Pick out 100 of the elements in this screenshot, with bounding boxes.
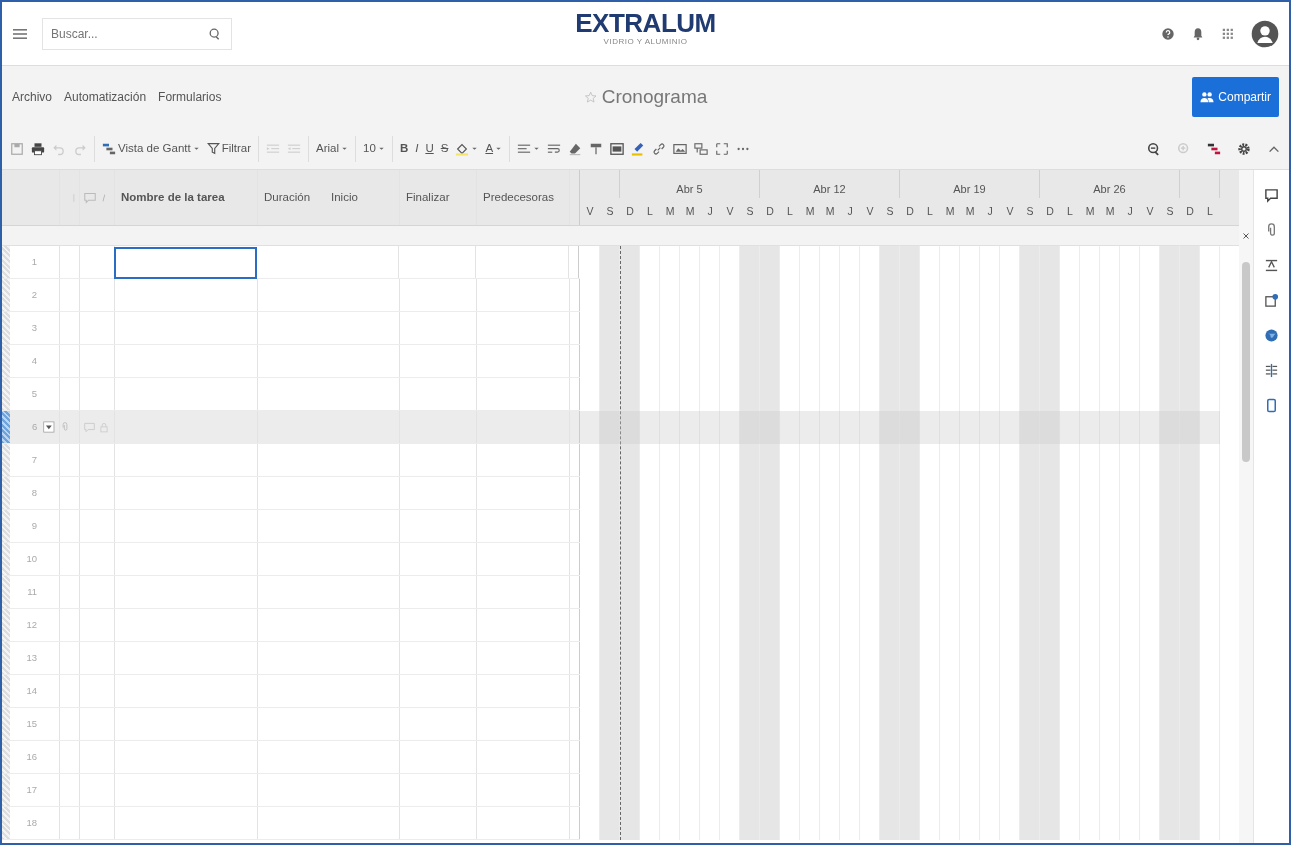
menu-item[interactable]: Archivo xyxy=(12,88,52,106)
table-row[interactable]: 18 xyxy=(2,807,580,840)
image-icon[interactable] xyxy=(673,141,688,156)
row-handle[interactable] xyxy=(2,378,10,410)
format-painter-icon[interactable] xyxy=(589,141,604,156)
share-button[interactable]: Compartir xyxy=(1192,77,1279,117)
zoom-out-icon[interactable] xyxy=(1147,141,1161,156)
table-row[interactable]: 4 xyxy=(2,345,580,378)
search-field[interactable]: Buscar... xyxy=(42,17,232,50)
funnel-icon xyxy=(206,142,220,155)
caret-icon xyxy=(471,145,479,152)
column-header[interactable]: Duración xyxy=(264,188,311,207)
row-handle[interactable] xyxy=(2,708,10,740)
active-cell[interactable] xyxy=(114,247,257,279)
selection-icon[interactable] xyxy=(715,141,730,156)
row-handle[interactable] xyxy=(2,543,10,575)
publish-icon[interactable] xyxy=(1264,293,1279,308)
table-row[interactable]: 13 xyxy=(2,642,580,675)
table-row[interactable]: 11 xyxy=(2,576,580,609)
row-handle[interactable] xyxy=(2,477,10,509)
save-icon[interactable] xyxy=(10,141,24,156)
menu-item[interactable]: Formularios xyxy=(158,88,222,106)
link-icon[interactable] xyxy=(652,141,667,156)
device-icon[interactable] xyxy=(1264,398,1279,413)
logo-text: EXTRALUM xyxy=(575,10,716,36)
column-header[interactable]: Nombre de la tarea xyxy=(121,188,225,207)
user-avatar-icon[interactable] xyxy=(1251,19,1279,48)
row-number: 2 xyxy=(31,287,37,302)
text-color-button[interactable]: A xyxy=(485,139,503,158)
eraser-icon[interactable] xyxy=(568,141,583,156)
row-handle[interactable] xyxy=(2,411,10,443)
table-row[interactable]: 10 xyxy=(2,543,580,576)
help-icon[interactable] xyxy=(1161,26,1175,41)
day-label: M xyxy=(665,204,675,217)
row-handle[interactable] xyxy=(2,312,10,344)
row-handle[interactable] xyxy=(2,774,10,806)
column-header[interactable]: Inicio xyxy=(331,188,358,207)
row-number: 12 xyxy=(26,617,37,632)
fill-color-button[interactable] xyxy=(455,141,479,156)
table-row[interactable]: 12 xyxy=(2,609,580,642)
table-row[interactable]: 14 xyxy=(2,675,580,708)
table-row[interactable]: 7 xyxy=(2,444,580,477)
menu-item[interactable]: Automatización xyxy=(64,88,147,106)
font-size-dropdown[interactable]: 10 xyxy=(363,139,385,158)
day-label: S xyxy=(1026,204,1034,217)
row-number: 9 xyxy=(31,518,37,533)
row-handle[interactable] xyxy=(2,444,10,476)
filter-button[interactable]: Filtrar xyxy=(206,139,252,158)
bold-button[interactable]: B xyxy=(399,139,409,158)
gantt-view-dropdown[interactable]: Vista de Gantt xyxy=(102,139,200,158)
row-handle[interactable] xyxy=(2,675,10,707)
table-row[interactable]: 15 xyxy=(2,708,580,741)
highlight-pen-icon[interactable] xyxy=(631,141,646,156)
close-icon[interactable] xyxy=(1242,232,1250,240)
day-label: V xyxy=(866,204,874,217)
comment-icon[interactable] xyxy=(1264,188,1279,203)
table-row[interactable]: 2 xyxy=(2,279,580,312)
column-header[interactable]: Predecesoras xyxy=(483,188,554,207)
day-label: L xyxy=(787,204,793,217)
row-handle[interactable] xyxy=(2,807,10,839)
column-header[interactable]: Finalizar xyxy=(406,188,450,207)
row-handle[interactable] xyxy=(2,576,10,608)
critical-path-icon[interactable] xyxy=(1207,141,1221,156)
underline-button[interactable]: U xyxy=(425,139,434,158)
row-number: 5 xyxy=(31,386,37,401)
row-handle[interactable] xyxy=(2,642,10,674)
row-menu-icon[interactable] xyxy=(43,421,55,433)
settings-icon[interactable] xyxy=(1237,141,1251,156)
table-row[interactable]: 5 xyxy=(2,378,580,411)
day-label: V xyxy=(726,204,734,217)
table-row[interactable]: 1 xyxy=(2,246,580,279)
row-handle[interactable] xyxy=(2,510,10,542)
table-row[interactable]: 16 xyxy=(2,741,580,774)
hierarchy-icon[interactable] xyxy=(694,141,709,156)
table-row[interactable]: 17 xyxy=(2,774,580,807)
row-handle[interactable] xyxy=(2,246,10,278)
day-label: D xyxy=(1186,204,1194,217)
day-label: L xyxy=(1067,204,1073,217)
day-label: M xyxy=(1105,204,1115,217)
row-handle[interactable] xyxy=(2,279,10,311)
card-view-icon[interactable] xyxy=(610,141,625,156)
row-number: 6 xyxy=(32,419,38,434)
star-icon[interactable] xyxy=(583,90,597,104)
bell-icon[interactable] xyxy=(1191,26,1205,41)
italic-button[interactable]: I xyxy=(415,139,419,158)
row-number: 16 xyxy=(26,749,37,764)
day-label: V xyxy=(1146,204,1154,217)
print-icon[interactable] xyxy=(31,141,45,156)
row-handle[interactable] xyxy=(2,741,10,773)
row-number: 10 xyxy=(26,551,37,566)
table-row[interactable]: 3 xyxy=(2,312,580,345)
strikethrough-button[interactable]: S xyxy=(440,139,449,158)
scrollbar-thumb[interactable] xyxy=(1242,262,1250,462)
column-settings-icon[interactable] xyxy=(1264,363,1279,378)
apps-grid-icon[interactable] xyxy=(1221,26,1235,41)
row-handle[interactable] xyxy=(2,609,10,641)
table-row[interactable]: 8 xyxy=(2,477,580,510)
row-handle[interactable] xyxy=(2,345,10,377)
font-dropdown[interactable]: Arial xyxy=(316,139,349,158)
day-label: D xyxy=(1046,204,1054,217)
